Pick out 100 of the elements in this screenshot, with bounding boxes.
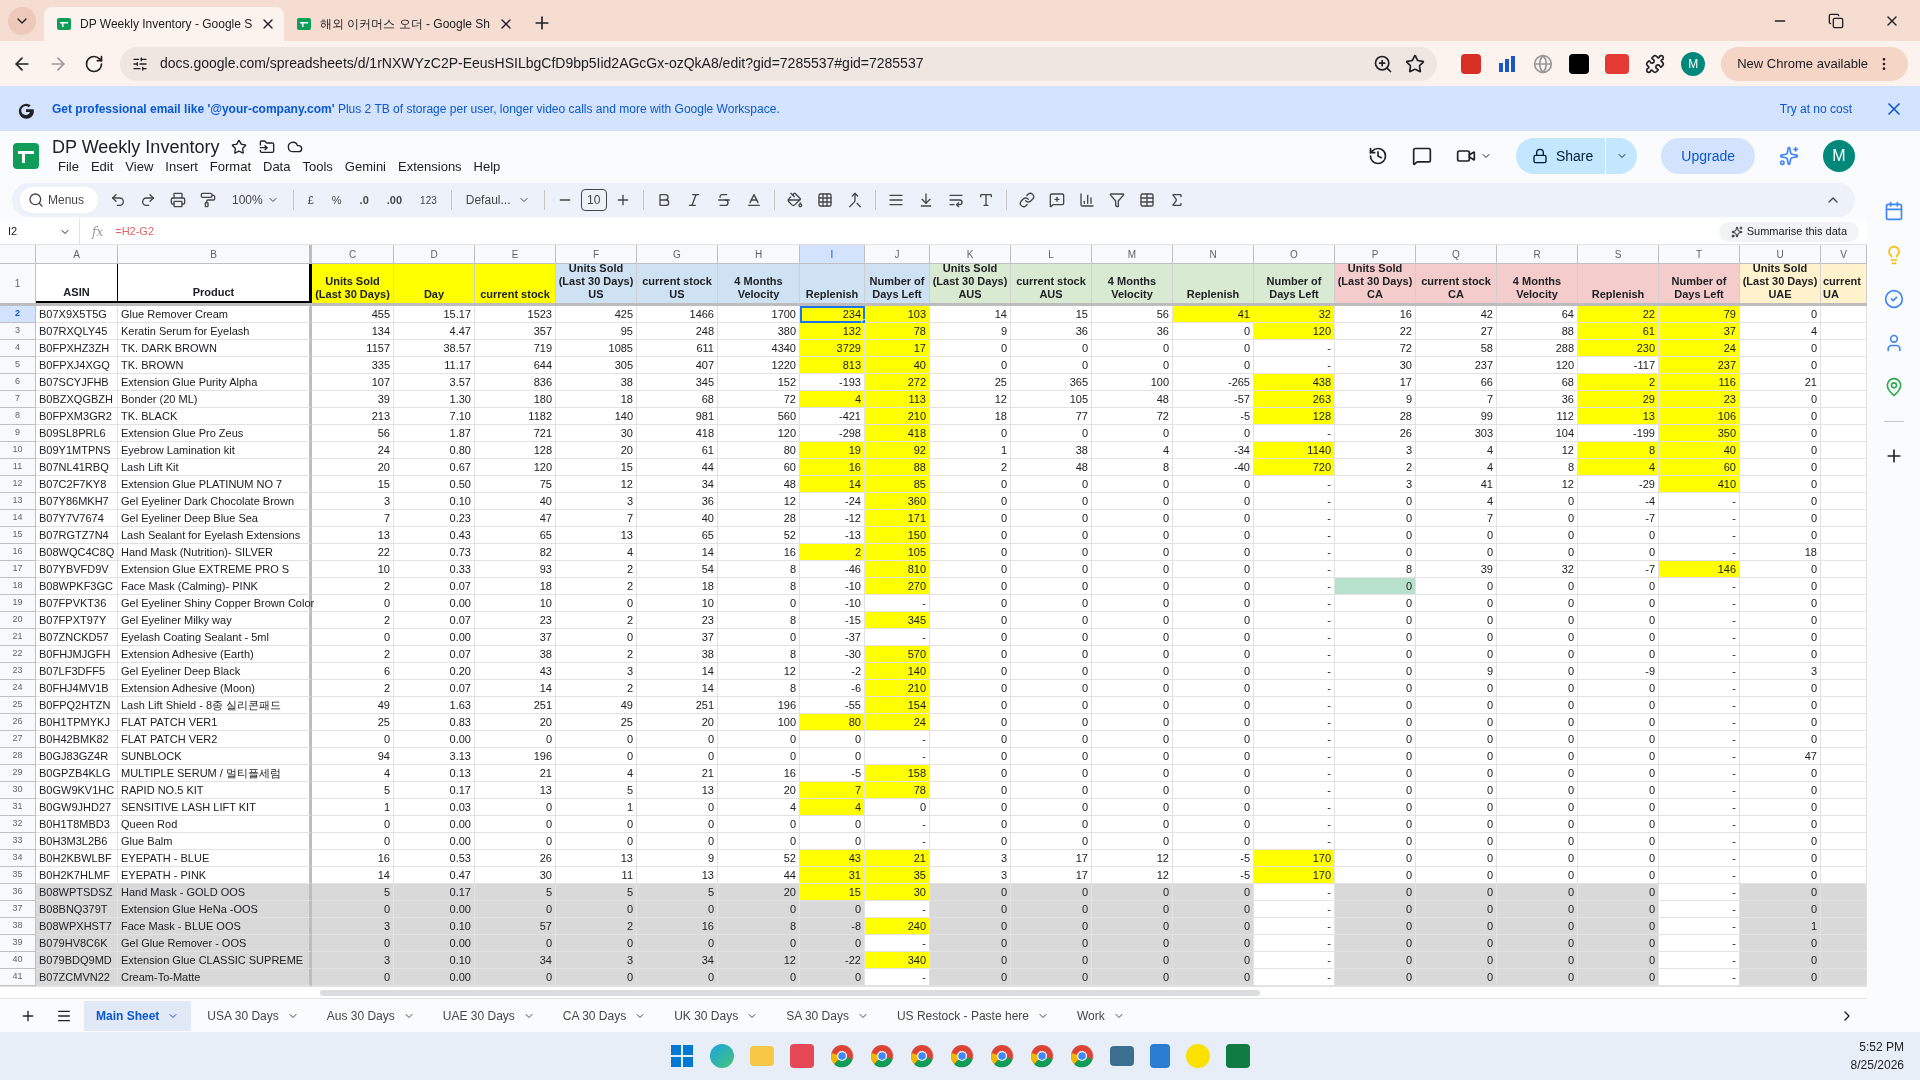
- column-letter[interactable]: T: [1659, 245, 1740, 264]
- column-letter[interactable]: L: [1011, 245, 1092, 264]
- upgrade-button[interactable]: Upgrade: [1661, 138, 1755, 174]
- row-number[interactable]: 4: [0, 340, 36, 357]
- name-box[interactable]: I2: [0, 219, 80, 244]
- column-letter[interactable]: U: [1740, 245, 1821, 264]
- row-number[interactable]: 39: [0, 935, 36, 952]
- decrease-decimals-button[interactable]: .0: [351, 191, 377, 209]
- history-icon[interactable]: [1367, 146, 1388, 166]
- menu-item[interactable]: Edit: [84, 158, 120, 176]
- column-letter[interactable]: N: [1173, 245, 1254, 264]
- column-letter[interactable]: H: [718, 245, 800, 264]
- tab-list-button[interactable]: [8, 7, 36, 35]
- sheet-tab[interactable]: Work: [1065, 1000, 1137, 1031]
- formula-text[interactable]: =H2-G2: [115, 223, 1719, 240]
- column-letter[interactable]: E: [475, 245, 556, 264]
- chrome-icon[interactable]: [990, 1044, 1014, 1068]
- row-number[interactable]: 36: [0, 884, 36, 901]
- update-button[interactable]: New Chrome available: [1721, 46, 1908, 81]
- extensions-icon[interactable]: [1645, 53, 1666, 74]
- comment-icon[interactable]: [1411, 146, 1432, 166]
- merge-icon[interactable]: [846, 192, 863, 208]
- chrome-icon[interactable]: [950, 1044, 974, 1068]
- redo-icon[interactable]: [140, 192, 156, 208]
- horizontal-scrollbar[interactable]: [320, 989, 1260, 996]
- menu-item[interactable]: Extensions: [392, 158, 468, 176]
- column-letter[interactable]: I: [800, 245, 865, 264]
- row-number[interactable]: 41: [0, 969, 36, 986]
- row-number[interactable]: 21: [0, 629, 36, 646]
- row-number[interactable]: 29: [0, 765, 36, 782]
- row-number[interactable]: 34: [0, 850, 36, 867]
- row-number[interactable]: 33: [0, 833, 36, 850]
- row-number[interactable]: 35: [0, 867, 36, 884]
- sheet-tab[interactable]: Main Sheet: [84, 1000, 192, 1031]
- globe-icon[interactable]: [1533, 53, 1554, 74]
- increase-decimals-button[interactable]: .00: [378, 191, 411, 209]
- row-number[interactable]: 13: [0, 493, 36, 510]
- chart-icon[interactable]: [1078, 192, 1095, 208]
- column-letter[interactable]: P: [1335, 245, 1416, 264]
- sheet-tab[interactable]: Aus 30 Days: [314, 1000, 427, 1031]
- keyboard-icon[interactable]: [1110, 1046, 1134, 1066]
- column-letter[interactable]: F: [556, 245, 637, 264]
- table-icon[interactable]: [1138, 192, 1155, 208]
- number-format-button[interactable]: 123: [412, 192, 445, 208]
- currency-button[interactable]: £: [299, 191, 322, 209]
- move-icon[interactable]: [259, 139, 276, 155]
- borders-icon[interactable]: [816, 192, 833, 208]
- site-info-icon[interactable]: [132, 55, 148, 72]
- menu-item[interactable]: Format: [203, 158, 257, 176]
- try-link[interactable]: Try at no cost: [1779, 99, 1852, 118]
- row-number[interactable]: 22: [0, 646, 36, 663]
- wrap-icon[interactable]: [947, 192, 964, 208]
- column-letter[interactable]: K: [930, 245, 1011, 264]
- row-number[interactable]: 14: [0, 510, 36, 527]
- chrome-icon[interactable]: [1030, 1044, 1054, 1068]
- sheet-tab[interactable]: UK 30 Days: [662, 1000, 771, 1031]
- bar-chart-extension-icon[interactable]: [1497, 53, 1518, 74]
- restore-icon[interactable]: [1828, 13, 1844, 29]
- print-icon[interactable]: [170, 192, 186, 208]
- paint-format-icon[interactable]: [200, 192, 216, 208]
- column-letter[interactable]: D: [394, 245, 475, 264]
- row-number[interactable]: 18: [0, 578, 36, 595]
- row-number[interactable]: 15: [0, 527, 36, 544]
- row-number[interactable]: 38: [0, 918, 36, 935]
- sheet-tab[interactable]: SA 30 Days: [774, 1000, 881, 1031]
- browser-tab[interactable]: 해외 이커머스 오더 - Google Sh: [284, 7, 524, 41]
- filter-icon[interactable]: [1108, 192, 1125, 208]
- menu-item[interactable]: Tools: [296, 158, 339, 176]
- row-number[interactable]: 17: [0, 561, 36, 578]
- menu-search-field[interactable]: Menus: [20, 187, 98, 213]
- font-dropdown[interactable]: Defaul...: [457, 191, 538, 209]
- row-number[interactable]: 28: [0, 748, 36, 765]
- chrome-icon[interactable]: [1070, 1044, 1094, 1068]
- row-number[interactable]: 12: [0, 476, 36, 493]
- notepad-icon[interactable]: [1150, 1044, 1170, 1068]
- summarise-button[interactable]: Summarise this data: [1718, 221, 1859, 242]
- star-icon[interactable]: [231, 139, 248, 155]
- star-icon[interactable]: [1405, 53, 1426, 74]
- sheet-tab[interactable]: UAE 30 Days: [430, 1000, 547, 1031]
- column-letter[interactable]: C: [312, 245, 394, 264]
- cloud-icon[interactable]: [287, 139, 304, 155]
- row-number[interactable]: 3: [0, 323, 36, 340]
- row-number[interactable]: 27: [0, 731, 36, 748]
- row-number[interactable]: 5: [0, 357, 36, 374]
- row-number[interactable]: 31: [0, 799, 36, 816]
- column-letter[interactable]: M: [1092, 245, 1173, 264]
- row-number[interactable]: 30: [0, 782, 36, 799]
- column-letter[interactable]: O: [1254, 245, 1335, 264]
- menu-item[interactable]: View: [119, 158, 160, 176]
- coupon-extension-icon[interactable]: [1605, 53, 1630, 74]
- profile-avatar[interactable]: M: [1681, 51, 1706, 76]
- row-number[interactable]: 19: [0, 595, 36, 612]
- sheet-tab[interactable]: US Restock - Paste here: [884, 1000, 1061, 1031]
- strikethrough-icon[interactable]: [715, 192, 732, 208]
- add-comment-icon[interactable]: [1048, 192, 1065, 208]
- text-color-icon[interactable]: [745, 192, 762, 208]
- align-icon[interactable]: [887, 192, 904, 208]
- row-number[interactable]: 2: [0, 306, 36, 323]
- row-number[interactable]: 37: [0, 901, 36, 918]
- menu-item[interactable]: Data: [257, 158, 297, 176]
